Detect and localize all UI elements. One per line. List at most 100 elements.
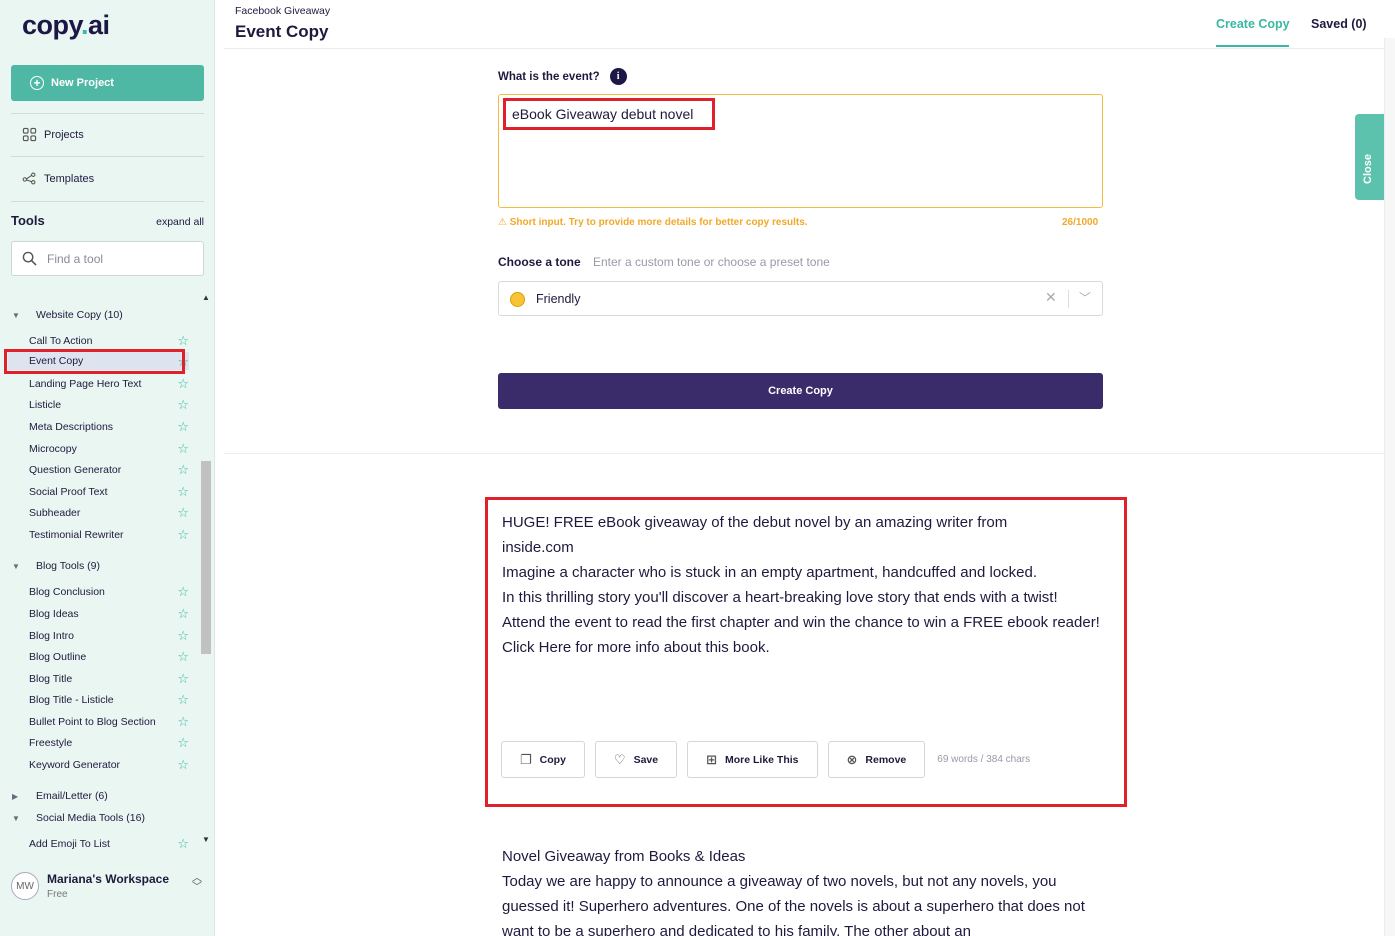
tools-title: Tools (11, 213, 45, 228)
star-icon[interactable]: ☆ (177, 672, 189, 685)
tool-item[interactable]: Blog Title ☆ (29, 672, 189, 685)
new-project-button[interactable]: + New Project (11, 65, 204, 101)
tool-item[interactable]: Blog Title - Listicle ☆ (29, 693, 189, 706)
result-line: Today we are happy to announce a giveawa… (502, 873, 1085, 936)
star-icon[interactable]: ☆ (177, 420, 189, 433)
star-icon[interactable]: ☆ (177, 398, 189, 411)
caret-down-icon: ▼ (12, 310, 20, 320)
divider (11, 201, 204, 202)
category-blog-tools[interactable]: ▼ Blog Tools (9) (12, 560, 100, 572)
star-icon[interactable]: ☆ (177, 693, 189, 706)
tone-hint: Enter a custom tone or choose a preset t… (593, 255, 830, 269)
star-icon[interactable]: ☆ (177, 528, 189, 541)
chevron-up-down-icon[interactable]: ︿ ﹀ (192, 874, 202, 893)
tool-item[interactable]: Listicle ☆ (29, 398, 189, 411)
templates-icon (22, 172, 36, 185)
caret-down-icon: ▼ (12, 813, 20, 823)
sidebar: copy.ai + New Project Projects Templates… (0, 0, 215, 936)
tool-item[interactable]: Blog Outline ☆ (29, 650, 189, 663)
divider (11, 113, 204, 114)
annotation-box-tool (4, 349, 185, 374)
tool-item[interactable]: Keyword Generator ☆ (29, 758, 189, 771)
star-icon[interactable]: ☆ (177, 650, 189, 663)
workspace-switcher[interactable]: MW Mariana's Workspace Free ︿ ﹀ (0, 860, 215, 936)
tool-item[interactable]: Question Generator ☆ (29, 463, 189, 476)
star-icon[interactable]: ☆ (177, 334, 189, 347)
tool-item[interactable]: Microcopy ☆ (29, 442, 189, 455)
star-icon[interactable]: ☆ (177, 837, 189, 850)
divider (11, 156, 204, 157)
tool-item[interactable]: Social Proof Text ☆ (29, 485, 189, 498)
tool-item[interactable]: Blog Intro ☆ (29, 629, 189, 642)
info-icon[interactable]: i (609, 68, 627, 85)
caret-down-icon: ▼ (12, 561, 20, 571)
header-divider (224, 48, 1384, 49)
annotation-box-event (503, 98, 715, 130)
clear-icon[interactable]: ✕ (1045, 289, 1057, 306)
page-scrollbar[interactable] (1384, 38, 1395, 936)
tool-list-scrollbar[interactable]: ▲ ▼ (199, 293, 213, 848)
create-copy-button[interactable]: Create Copy (498, 373, 1103, 409)
result-card: Novel Giveaway from Books & Ideas Today … (502, 844, 1112, 936)
star-icon[interactable]: ☆ (177, 442, 189, 455)
star-icon[interactable]: ☆ (177, 629, 189, 642)
star-icon[interactable]: ☆ (177, 377, 189, 390)
tool-item[interactable]: Subheader ☆ (29, 506, 189, 519)
star-icon[interactable]: ☆ (177, 607, 189, 620)
search-icon (22, 251, 37, 266)
star-icon[interactable]: ☆ (177, 758, 189, 771)
tone-label: Choose a tone (498, 255, 581, 269)
category-website-copy[interactable]: ▼ Website Copy (10) (12, 309, 123, 321)
active-tab-indicator (1216, 45, 1289, 47)
avatar: MW (11, 872, 39, 900)
tool-item[interactable]: Blog Conclusion ☆ (29, 585, 189, 598)
plus-circle-icon: + (30, 76, 44, 90)
sidebar-item-projects[interactable]: Projects (22, 127, 84, 142)
char-counter: 26/1000 (1062, 217, 1099, 228)
star-icon[interactable]: ☆ (177, 715, 189, 728)
tool-item[interactable]: Blog Ideas ☆ (29, 607, 189, 620)
tone-select[interactable]: Friendly ✕ ﹀ (498, 281, 1103, 316)
tab-saved[interactable]: Saved (0) (1311, 17, 1367, 31)
caret-right-icon: ▶ (12, 791, 19, 801)
grid-icon (22, 127, 37, 142)
star-icon[interactable]: ☆ (177, 485, 189, 498)
category-social-media[interactable]: ▼ Social Media Tools (16) (12, 812, 145, 824)
sidebar-item-templates[interactable]: Templates (22, 171, 94, 186)
tone-value: Friendly (536, 292, 581, 306)
tool-list: ▼ Website Copy (10) Call To Action ☆ Event… (0, 300, 199, 850)
scroll-up-icon[interactable]: ▲ (202, 293, 210, 302)
smile-emoji-icon (510, 292, 525, 307)
tool-search-input[interactable]: Find a tool (11, 241, 204, 276)
workspace-name: Mariana's Workspace (47, 872, 170, 886)
scroll-down-icon[interactable]: ▼ (202, 835, 210, 844)
tool-item[interactable]: Add Emoji To List ☆ (29, 837, 189, 850)
star-icon[interactable]: ☆ (177, 736, 189, 749)
result-line: Novel Giveaway from Books & Ideas (502, 848, 746, 865)
chevron-down-icon[interactable]: ﹀ (1079, 289, 1091, 306)
select-separator (1068, 290, 1069, 308)
close-panel-tab[interactable]: Close (1355, 114, 1384, 200)
category-email-letter[interactable]: ▶ Email/Letter (6) (12, 790, 108, 802)
copyai-logo[interactable]: copy.ai (22, 10, 110, 41)
breadcrumb[interactable]: Facebook Giveaway (235, 5, 330, 17)
tool-item[interactable]: Testimonial Rewriter ☆ (29, 528, 189, 541)
expand-all-link[interactable]: expand all (156, 216, 204, 228)
tool-item[interactable]: Meta Descriptions ☆ (29, 420, 189, 433)
star-icon[interactable]: ☆ (177, 463, 189, 476)
tool-item[interactable]: Landing Page Hero Text ☆ (29, 377, 189, 390)
tab-create-copy[interactable]: Create Copy (1216, 17, 1290, 31)
page-title: Event Copy (235, 22, 329, 41)
annotation-box-result (485, 497, 1127, 807)
tools-header: Tools expand all (11, 213, 204, 228)
workspace-plan: Free (47, 889, 68, 900)
event-label: What is the event? i (498, 68, 627, 85)
star-icon[interactable]: ☆ (177, 585, 189, 598)
star-icon[interactable]: ☆ (177, 506, 189, 519)
tool-item[interactable]: Call To Action ☆ (29, 334, 189, 347)
tool-item[interactable]: Bullet Point to Blog Section ☆ (29, 715, 189, 728)
section-divider (224, 453, 1384, 454)
tool-item[interactable]: Freestyle ☆ (29, 736, 189, 749)
scrollbar-thumb[interactable] (201, 461, 211, 654)
short-input-warning: ⚠ Short input. Try to provide more detai… (498, 217, 808, 228)
